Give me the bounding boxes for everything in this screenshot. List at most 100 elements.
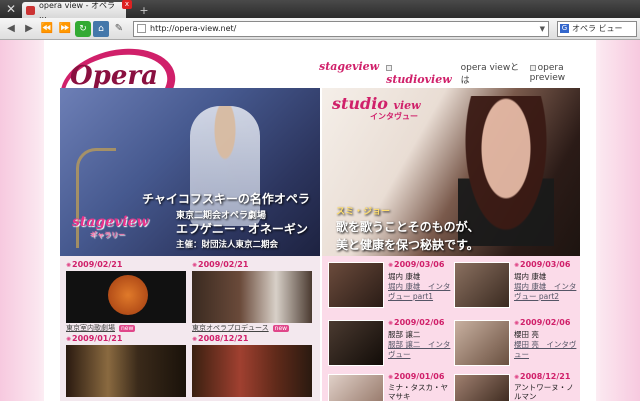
studio-item-date-row: ✺2009/03/06 (514, 260, 570, 269)
studio-item-name: ミナ・タスカ・ヤマサキ (388, 383, 448, 401)
hero-studio-banner[interactable]: studio view インタヴュー スミ・ジョー 歌を歌うことそのものが、 美と… (322, 88, 580, 256)
hero-quote-line2: 美と健康を保つ秘訣です。 (336, 238, 479, 252)
studio-item-date: 2009/01/06 (394, 372, 445, 381)
stage-item-thumbnail[interactable] (66, 345, 186, 397)
hero-quote-line1: 歌を歌うことそのものが、 (336, 220, 480, 234)
stage-item-thumbnail[interactable] (66, 271, 186, 323)
address-url[interactable]: http://opera-view.net/ (150, 24, 540, 33)
studio-item-photo[interactable] (454, 320, 510, 366)
stage-item-thumbnail[interactable] (192, 345, 312, 397)
studio-item-date: 2009/02/06 (520, 318, 571, 327)
hero-opera-name: エフゲニー・オネーギン (176, 222, 308, 236)
studio-item-date: 2009/03/06 (394, 260, 445, 269)
stage-item[interactable]: ✺2009/02/21 東京オペラプロデュース new (192, 260, 314, 333)
studio-item[interactable]: ✺2009/03/06 堀内 康雄 堀内 康雄 インタヴュー part2 (452, 260, 578, 318)
studio-item-photo[interactable] (328, 374, 384, 401)
nav-preview-item[interactable]: opera preview (529, 63, 596, 83)
studio-item[interactable]: ✺2009/01/06 ミナ・タスカ・ヤマサキ (326, 372, 452, 401)
studio-item-date-row: ✺2009/03/06 (388, 260, 444, 269)
star-icon: ✺ (66, 336, 72, 343)
hero-stage-badge: stageview ギャラリー (72, 214, 149, 240)
studio-item-link[interactable]: 堀内 康雄 インタヴュー part2 (514, 282, 578, 302)
nav-studioview-item[interactable]: studioview (386, 63, 453, 86)
back-icon[interactable]: ◀ (3, 21, 19, 37)
fast-forward-icon[interactable]: ⏩ (57, 21, 73, 37)
studio-item[interactable]: ✺2009/02/06 櫻田 亮 櫻田 亮 インタヴュー (452, 318, 578, 376)
studio-item[interactable]: ✺2009/02/06 服部 譲二 服部 譲二 インタヴュー (326, 318, 452, 376)
new-tab-icon[interactable]: + (134, 2, 154, 18)
stage-item-date: 2008/12/21 (198, 334, 249, 343)
stage-item-caption-row[interactable]: 東京オペラプロデュース new (192, 323, 314, 333)
stage-item-date-row: ✺2008/12/21 (192, 334, 314, 345)
svg-text:Opera: Opera (70, 61, 158, 91)
studio-item-link[interactable]: 服部 譲二 インタヴュー (388, 340, 452, 360)
edit-icon[interactable]: ✎ (111, 21, 127, 37)
hero-stage-banner[interactable]: チャイコフスキーの名作オペラ 東京二期会オペラ劇場 エフゲニー・オネーギン 主催… (60, 88, 320, 256)
studio-item-photo[interactable] (328, 320, 384, 366)
hero-stage-badge-sub: ギャラリー (90, 230, 125, 239)
studio-item-photo[interactable] (454, 262, 510, 308)
stage-item-caption-row[interactable]: 東京室内歌劇場 new (66, 323, 188, 333)
navigation-bar: ◀ ▶ ⏪ ⏩ ↻ ⌂ ✎ http://opera-view.net/ ▼ G… (0, 18, 640, 40)
studio-item-date-row: ✺2008/12/21 (514, 372, 570, 381)
browser-tab[interactable]: opera view - オペラ ... x (22, 0, 132, 20)
tab-close-icon[interactable]: x (122, 0, 132, 9)
studio-item-name: アントワーヌ・ノルマン (514, 383, 574, 401)
studio-item-photo[interactable] (454, 374, 510, 401)
studio-item-name: 堀内 康雄 (388, 272, 421, 281)
studio-item[interactable]: ✺2009/03/06 堀内 康雄 堀内 康雄 インタヴュー part1 (326, 260, 452, 318)
address-dropdown-icon[interactable]: ▼ (540, 25, 545, 33)
home-icon[interactable]: ⌂ (93, 20, 109, 37)
stage-item-date: 2009/02/21 (72, 260, 123, 269)
studio-item-name: 堀内 康雄 (514, 272, 547, 281)
rewind-icon[interactable]: ⏪ (39, 21, 55, 37)
studio-interview-list: ✺2009/03/06 堀内 康雄 堀内 康雄 インタヴュー part1 ✺20… (322, 256, 580, 401)
stage-item-date: 2009/02/21 (198, 260, 249, 269)
star-icon: ✺ (514, 320, 520, 327)
stage-item-caption[interactable]: 東京オペラプロデュース (192, 324, 269, 332)
new-badge: new (272, 325, 290, 332)
studio-item[interactable]: ✺2008/12/21 アントワーヌ・ノルマン (452, 372, 578, 401)
stage-item-caption[interactable]: 東京室内歌劇場 (66, 324, 115, 332)
nav-studioview[interactable]: studioview (386, 73, 452, 86)
stage-item[interactable]: ✺2009/02/21 東京室内歌劇場 new (66, 260, 188, 333)
studio-item-date: 2009/03/06 (520, 260, 571, 269)
square-bullet-icon (529, 64, 536, 71)
stage-item[interactable]: ✺2008/12/21 (192, 334, 314, 397)
studio-item-photo[interactable] (328, 262, 384, 308)
stage-item-date-row: ✺2009/02/21 (192, 260, 314, 271)
hero-singer-name: スミ・ジョー (336, 207, 391, 217)
nav-about[interactable]: opera viewとは (461, 60, 523, 86)
studio-item-date: 2008/12/21 (520, 372, 571, 381)
star-icon: ✺ (514, 262, 520, 269)
search-field[interactable]: G オペラ ビュー (557, 20, 637, 37)
page-viewport: Opera view オペラ ヴュー stageview studioview … (0, 40, 640, 401)
studio-item-date-row: ✺2009/02/06 (514, 318, 570, 327)
address-field[interactable]: http://opera-view.net/ ▼ (133, 20, 549, 37)
hero-studio-badge: studio view インタヴュー (332, 94, 421, 122)
tab-bar: ✕ opera view - オペラ ... x + (0, 0, 640, 20)
star-icon: ✺ (192, 262, 198, 269)
forward-icon[interactable]: ▶ (21, 21, 37, 37)
studio-item-link[interactable]: 堀内 康雄 インタヴュー part1 (388, 282, 452, 302)
stage-item-thumbnail[interactable] (192, 271, 312, 323)
studio-item-date-row: ✺2009/01/06 (388, 372, 444, 381)
star-icon: ✺ (514, 374, 520, 381)
opera-menu-icon[interactable]: ✕ (0, 0, 22, 18)
studio-item-date: 2009/02/06 (394, 318, 445, 327)
hero-studio-badge-sub: インタヴュー (370, 111, 418, 121)
star-icon: ✺ (388, 262, 394, 269)
star-icon: ✺ (388, 374, 394, 381)
nav-stageview[interactable]: stageview (319, 60, 379, 73)
star-icon: ✺ (388, 320, 394, 327)
search-text[interactable]: オペラ ビュー (572, 23, 623, 34)
studio-item-link[interactable]: 櫻田 亮 インタヴュー (514, 340, 578, 360)
reload-icon[interactable]: ↻ (75, 20, 91, 37)
stage-item-date-row: ✺2009/01/21 (66, 334, 188, 345)
search-engine-icon[interactable]: G (560, 24, 569, 33)
hero-title: チャイコフスキーの名作オペラ (142, 192, 310, 206)
studio-item-date-row: ✺2009/02/06 (388, 318, 444, 327)
studio-item-name: 櫻田 亮 (514, 330, 539, 339)
stage-item[interactable]: ✺2009/01/21 (66, 334, 188, 397)
tab-title: opera view - オペラ ... (39, 1, 116, 20)
